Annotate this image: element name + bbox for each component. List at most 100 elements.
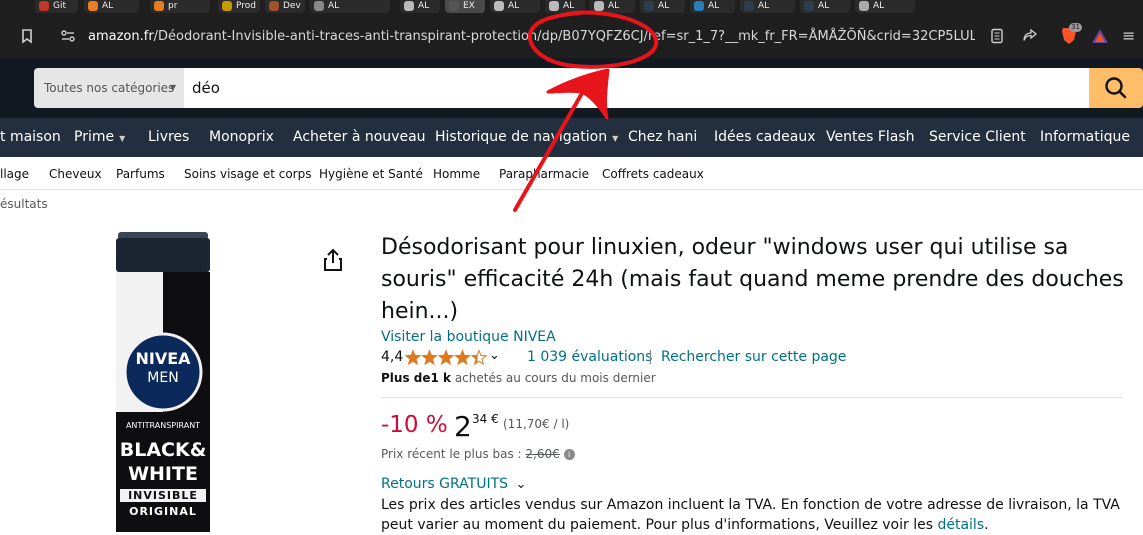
chevron-down-icon: ▼ — [119, 134, 126, 143]
subnav-item[interactable]: Cheveux — [49, 157, 102, 189]
browser-tab[interactable]: Dev — [265, 0, 305, 13]
nav-item[interactable]: Livres — [148, 118, 189, 157]
browser-tab[interactable]: EX — [445, 0, 485, 13]
tab-favicon-icon — [494, 1, 504, 11]
browser-tab[interactable]: AL — [590, 0, 635, 13]
nav-item-label: Chez hani — [628, 129, 698, 145]
tva-end: . — [984, 517, 989, 533]
tab-favicon-icon — [154, 1, 164, 11]
breadcrumb[interactable]: ésultats — [0, 197, 48, 211]
browser-tab[interactable]: AL — [740, 0, 795, 13]
discount-badge: -10 % — [381, 412, 448, 438]
browser-tab[interactable]: AL — [640, 0, 685, 13]
reader-mode-icon[interactable] — [990, 28, 1004, 48]
tab-label: Git — [53, 1, 67, 11]
details-link[interactable]: détails — [937, 517, 984, 533]
subnav-item[interactable]: Homme — [433, 157, 480, 189]
nav-item[interactable]: Acheter à nouveau — [293, 118, 426, 157]
nav-item-label: Acheter à nouveau — [293, 129, 426, 145]
rating-divider: | — [648, 349, 653, 365]
nav-item[interactable]: Informatique — [1040, 118, 1130, 157]
nav-item[interactable]: Ventes Flash — [826, 118, 915, 157]
browser-tab[interactable]: AL — [84, 0, 139, 13]
returns-chevron-icon[interactable]: ⌄ — [515, 477, 526, 492]
tab-label: pr — [168, 1, 178, 11]
tab-label: Dev — [283, 1, 301, 11]
nav-item-label: Prime — [74, 129, 115, 145]
url-host: amazon.fr — [88, 29, 154, 44]
browser-tab[interactable]: AL — [310, 0, 390, 13]
category-dropdown[interactable]: Toutes nos catégories ▼ — [34, 68, 184, 108]
browser-tab[interactable]: AL — [545, 0, 585, 13]
tab-label: Prod — [236, 1, 256, 11]
tab-label: EX — [463, 1, 475, 11]
bookmark-icon[interactable] — [20, 28, 34, 48]
main-nav: t maison Prime ▼ Livres Monoprix Acheter à no… — [0, 118, 1143, 157]
category-subnav: llage Cheveux Parfums Soins visage et corps… — [0, 157, 1143, 190]
rating-stars[interactable] — [405, 349, 487, 367]
browser-menu-icon[interactable]: ≡ — [1122, 27, 1135, 45]
url-field[interactable]: amazon.fr/Déodorant-Invisible-anti-trace… — [50, 22, 975, 52]
nav-item[interactable]: Idées cadeaux — [714, 118, 816, 157]
tab-label: AL — [418, 1, 430, 11]
brave-shields-icon[interactable]: 31 — [1058, 23, 1082, 51]
nav-item-label: Informatique — [1040, 129, 1130, 145]
subnav-item[interactable]: Coffrets cadeaux — [602, 157, 704, 189]
bottle-brand: NIVEA — [135, 349, 191, 368]
browser-tab[interactable]: Prod — [218, 0, 260, 13]
info-icon[interactable]: i — [563, 449, 575, 460]
tab-favicon-icon — [594, 1, 604, 11]
browser-tab[interactable]: AL — [855, 0, 915, 13]
nav-item[interactable]: Historique de navigation ▼ — [435, 118, 618, 157]
browser-tab[interactable]: Git — [35, 0, 78, 13]
returns-link[interactable]: Retours GRATUITS — [381, 476, 508, 492]
site-settings-icon[interactable] — [60, 28, 76, 48]
nav-item-label: Ventes Flash — [826, 129, 915, 145]
nav-item-label: Idées cadeaux — [714, 129, 816, 145]
returns-row[interactable]: Retours GRATUITS ⌄ — [381, 476, 526, 492]
tab-label: AL — [563, 1, 575, 11]
bottle-type: ANTITRANSPIRANT — [125, 421, 201, 430]
brave-rewards-icon[interactable] — [1091, 28, 1109, 48]
browser-tab[interactable]: AL — [690, 0, 735, 13]
search-input[interactable] — [184, 68, 1090, 108]
share-product-icon[interactable] — [320, 247, 346, 273]
subnav-item[interactable]: Parfums — [116, 157, 165, 189]
browser-tab[interactable]: AL — [400, 0, 440, 13]
product-image[interactable]: NIVEA MEN ANTITRANSPIRANT BLACK& WHITE I… — [104, 232, 222, 532]
lowest-price-value: 2,60€ — [525, 447, 560, 461]
star-icon — [470, 349, 487, 366]
browser-tab[interactable]: AL — [800, 0, 850, 13]
bottle-name-3: INVISIBLE — [120, 489, 206, 502]
search-page-link[interactable]: Rechercher sur cette page — [661, 349, 846, 365]
browser-tab[interactable]: pr — [150, 0, 210, 13]
tab-label: AL — [658, 1, 670, 11]
browser-tab-strip: Git AL pr Prod Dev AL AL EX AL AL AL AL AL AL AL AL — [0, 0, 1143, 15]
store-link[interactable]: Visiter la boutique NIVEA — [381, 329, 556, 345]
reviews-link[interactable]: 1 039 évaluations — [527, 349, 652, 365]
tab-favicon-icon — [269, 1, 279, 11]
subnav-item[interactable]: Hygiène et Santé — [319, 157, 423, 189]
tab-label: AL — [758, 1, 770, 11]
rating-chevron-icon[interactable]: ⌄ — [489, 348, 500, 363]
tab-favicon-icon — [404, 1, 414, 11]
subnav-item[interactable]: Soins visage et corps — [184, 157, 311, 189]
nav-item[interactable]: Monoprix — [209, 118, 274, 157]
browser-tab[interactable]: AL — [490, 0, 540, 13]
subnav-item[interactable]: Parapharmacie — [499, 157, 589, 189]
tab-favicon-icon — [694, 1, 704, 11]
search-button[interactable] — [1089, 68, 1143, 108]
subnav-item[interactable]: llage — [0, 157, 29, 189]
nav-item[interactable]: Prime ▼ — [74, 118, 125, 157]
tab-label: AL — [508, 1, 520, 11]
share-page-icon[interactable] — [1022, 28, 1038, 48]
tab-favicon-icon — [804, 1, 814, 11]
nav-item[interactable]: Service Client — [929, 118, 1026, 157]
lowest-price-label: Prix récent le plus bas : — [381, 447, 526, 461]
nav-item[interactable]: Chez hani — [628, 118, 697, 157]
tab-label: AL — [328, 1, 340, 11]
tab-favicon-icon — [859, 1, 869, 11]
nav-item[interactable]: t maison — [0, 118, 61, 157]
tab-label: AL — [102, 1, 114, 11]
rating-value: 4,4 — [381, 349, 404, 365]
